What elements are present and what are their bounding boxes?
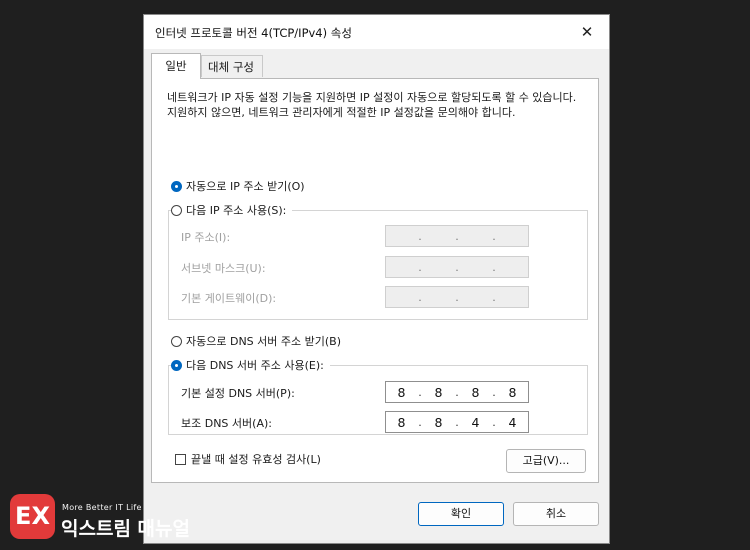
auto-dns-label: 자동으로 DNS 서버 주소 받기(B) xyxy=(186,335,341,348)
title-bar: 인터넷 프로토콜 버전 4(TCP/IPv4) 속성 ✕ xyxy=(144,15,609,49)
brand-tagline: More Better IT Life xyxy=(62,503,142,512)
tab-general[interactable]: 일반 xyxy=(151,53,201,79)
octet-separator: . xyxy=(418,290,422,304)
validate-settings-label: 끝낼 때 설정 유효성 검사(L) xyxy=(191,453,321,466)
alternate-dns-label: 보조 DNS 서버(A): xyxy=(181,417,272,430)
validate-settings-checkbox[interactable] xyxy=(175,453,186,465)
octet-separator: . xyxy=(492,260,496,274)
octet-separator: . xyxy=(455,290,459,304)
subnet-mask-field: . . . xyxy=(385,256,529,278)
manual-ip-radio-option[interactable]: 다음 IP 주소 사용(S): xyxy=(171,202,293,218)
octet[interactable]: 8 xyxy=(497,385,528,400)
auto-ip-radio[interactable] xyxy=(171,180,182,192)
manual-dns-radio-option[interactable]: 다음 DNS 서버 주소 사용(E): xyxy=(171,357,330,373)
octet[interactable]: 8 xyxy=(423,415,454,430)
description-text: 네트워크가 IP 자동 설정 기능을 지원하면 IP 설정이 자동으로 할당되도… xyxy=(167,91,577,119)
ok-button[interactable]: 확인 xyxy=(418,502,504,526)
manual-dns-label: 다음 DNS 서버 주소 사용(E): xyxy=(186,359,324,372)
default-gateway-field: . . . xyxy=(385,286,529,308)
manual-ip-label: 다음 IP 주소 사용(S): xyxy=(186,204,287,217)
brand-logo: EX xyxy=(10,494,55,539)
advanced-button[interactable]: 고급(V)... xyxy=(506,449,586,473)
manual-ip-radio[interactable] xyxy=(171,204,182,216)
octet[interactable]: 8 xyxy=(423,385,454,400)
octet[interactable]: 4 xyxy=(497,415,528,430)
ip-address-field: . . . xyxy=(385,225,529,247)
brand-name: 익스트림 매뉴얼 xyxy=(61,518,190,540)
octet[interactable]: 8 xyxy=(460,385,491,400)
tab-alternate-configuration[interactable]: 대체 구성 xyxy=(201,55,263,77)
auto-ip-radio-option[interactable]: 자동으로 IP 주소 받기(O) xyxy=(171,178,311,194)
auto-ip-label: 자동으로 IP 주소 받기(O) xyxy=(186,180,305,193)
octet-separator: . xyxy=(418,260,422,274)
octet-separator: . xyxy=(455,260,459,274)
manual-dns-radio[interactable] xyxy=(171,359,182,371)
default-gateway-label: 기본 게이트웨이(D): xyxy=(181,292,277,305)
octet-separator: . xyxy=(418,229,422,243)
auto-dns-radio-option[interactable]: 자동으로 DNS 서버 주소 받기(B) xyxy=(171,333,347,349)
octet-separator: . xyxy=(455,229,459,243)
octet[interactable]: 8 xyxy=(386,415,417,430)
ip-address-label: IP 주소(I): xyxy=(181,231,231,244)
alternate-dns-field[interactable]: 8. 8. 4. 4 xyxy=(385,411,529,433)
general-tab-panel: 네트워크가 IP 자동 설정 기능을 지원하면 IP 설정이 자동으로 할당되도… xyxy=(151,78,599,483)
octet[interactable]: 4 xyxy=(460,415,491,430)
close-icon[interactable]: ✕ xyxy=(573,19,601,45)
preferred-dns-field[interactable]: 8. 8. 8. 8 xyxy=(385,381,529,403)
auto-dns-radio[interactable] xyxy=(171,335,182,347)
window-title: 인터넷 프로토콜 버전 4(TCP/IPv4) 속성 xyxy=(155,26,352,40)
preferred-dns-label: 기본 설정 DNS 서버(P): xyxy=(181,387,295,400)
ipv4-properties-dialog: 인터넷 프로토콜 버전 4(TCP/IPv4) 속성 ✕ 일반 대체 구성 네트… xyxy=(143,14,610,544)
cancel-button[interactable]: 취소 xyxy=(513,502,599,526)
octet-separator: . xyxy=(492,290,496,304)
octet[interactable]: 8 xyxy=(386,385,417,400)
validate-settings-option[interactable]: 끝낼 때 설정 유효성 검사(L) xyxy=(175,451,321,467)
subnet-mask-label: 서브넷 마스크(U): xyxy=(181,262,266,275)
octet-separator: . xyxy=(492,229,496,243)
